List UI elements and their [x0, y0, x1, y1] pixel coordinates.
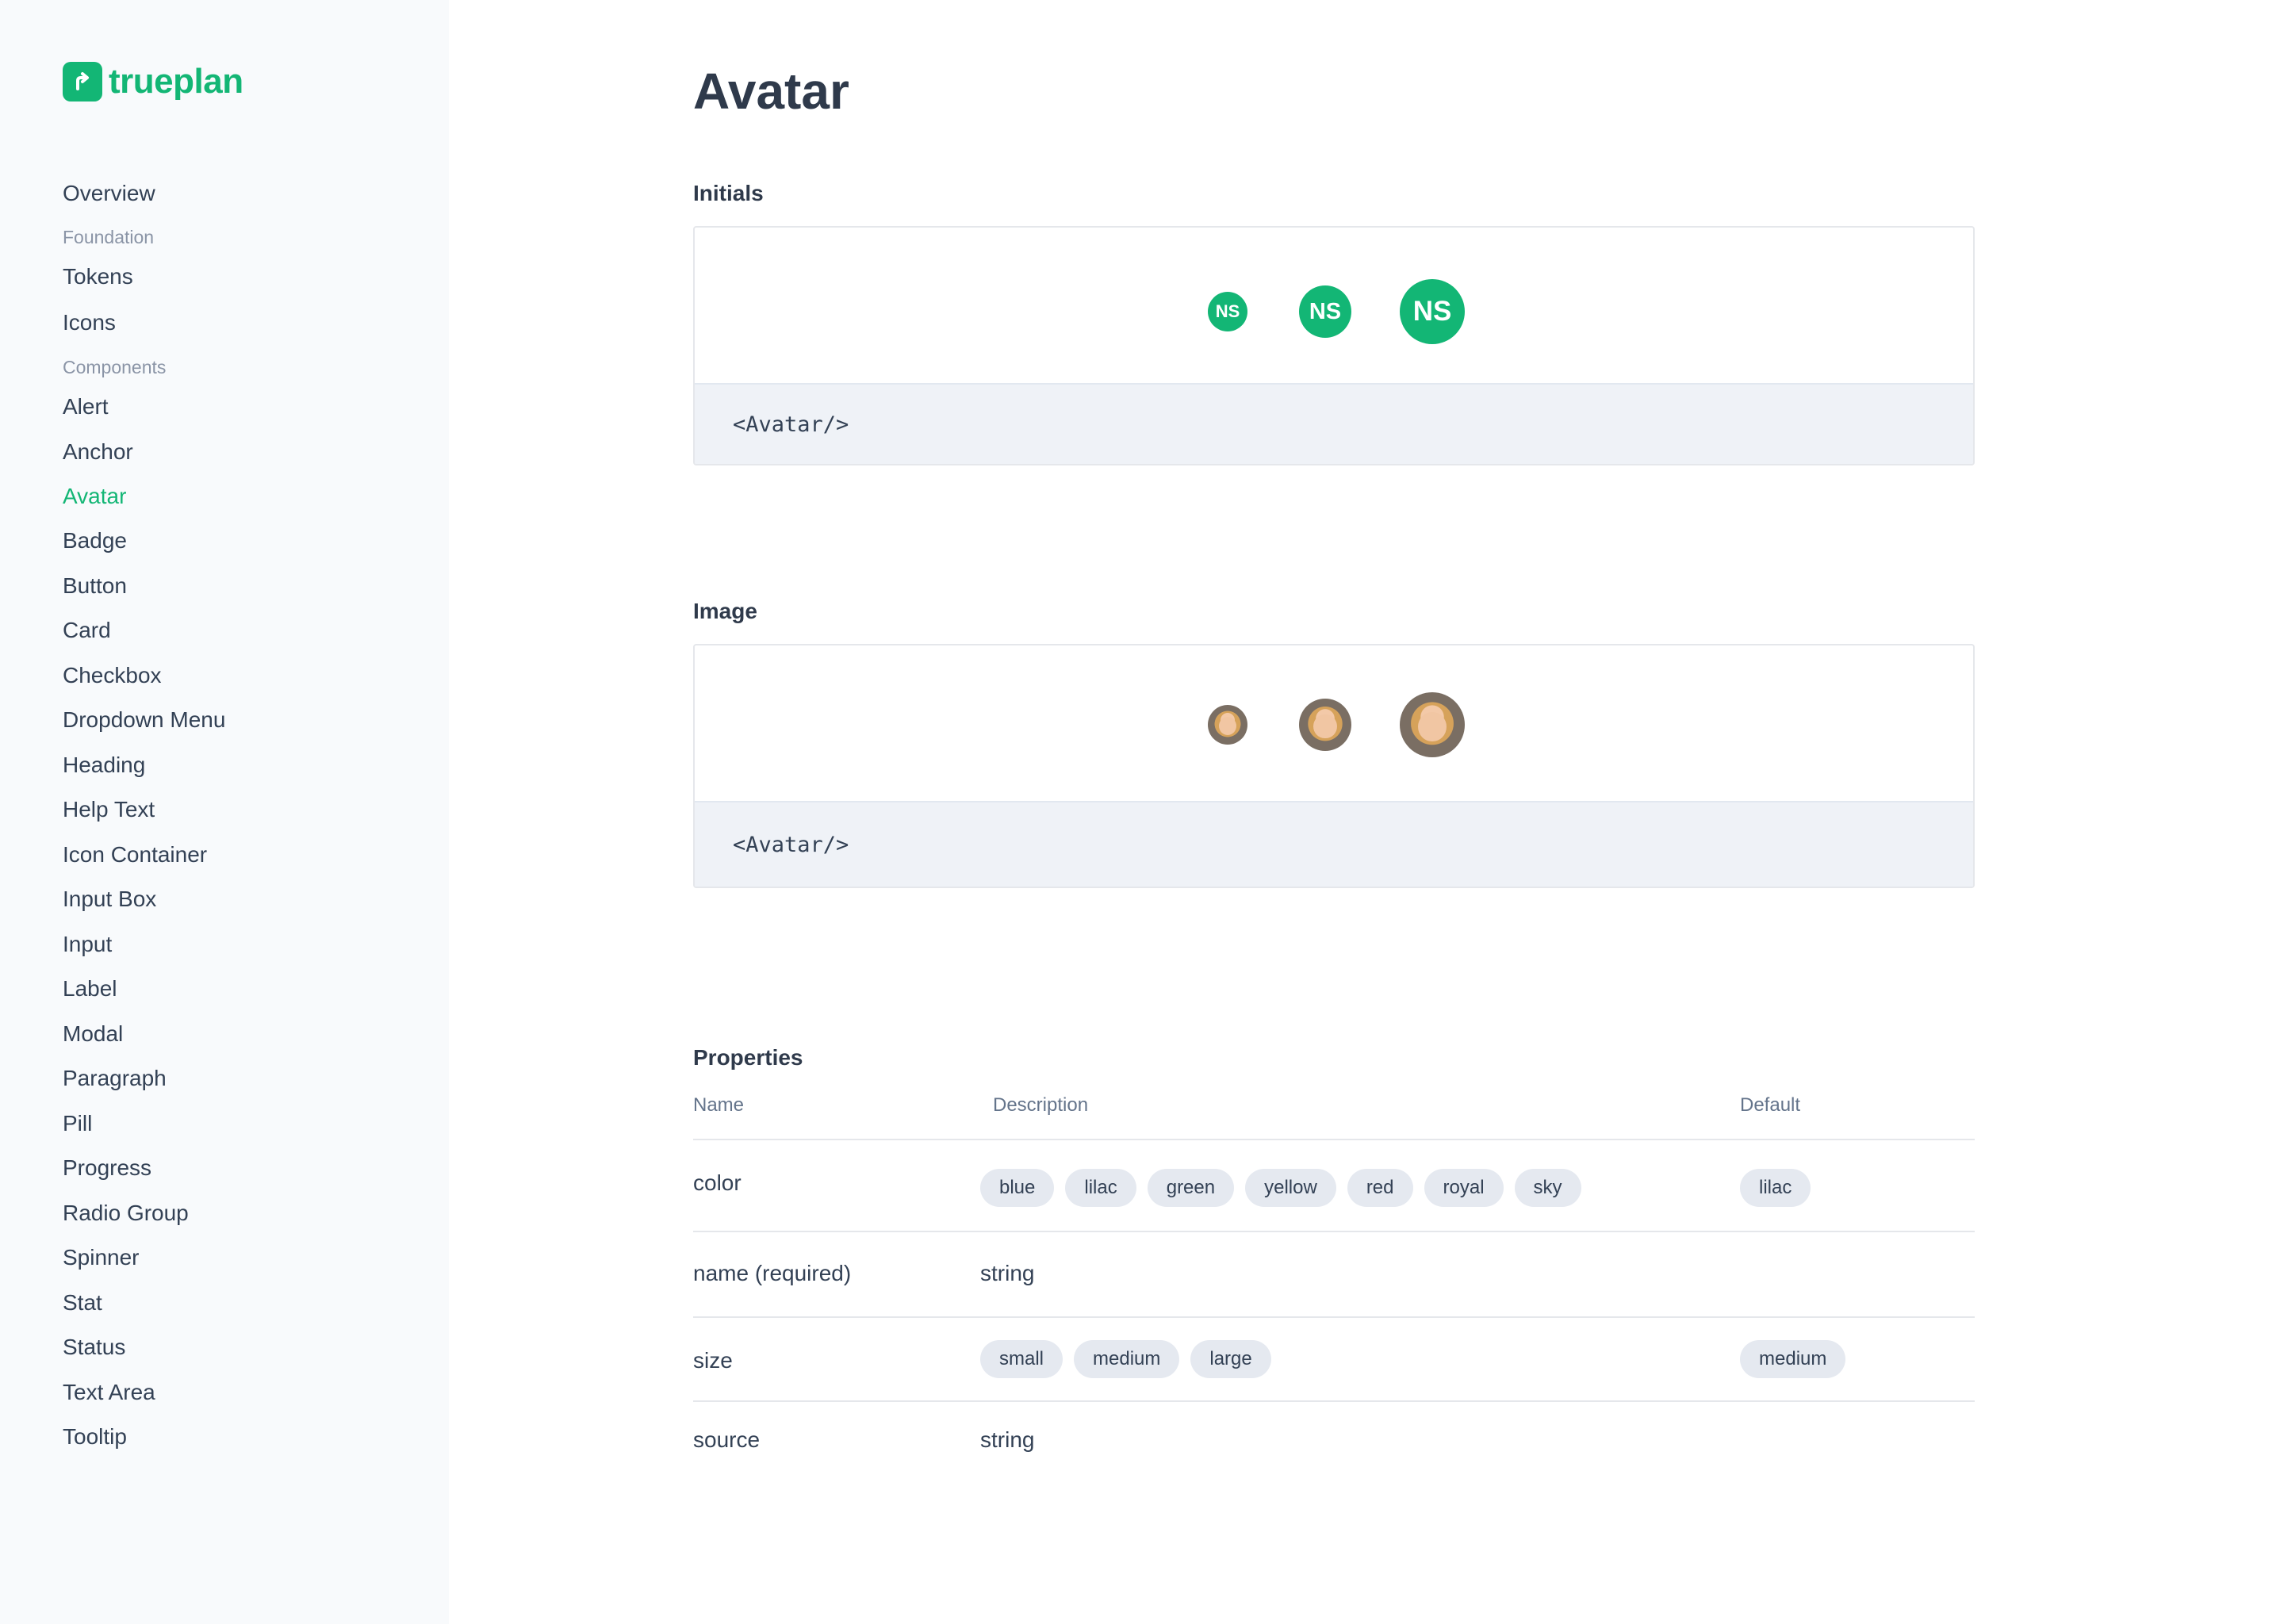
brand-name: trueplan — [109, 62, 243, 101]
table-row: size small medium large medium — [693, 1316, 1975, 1400]
prop-name: source — [693, 1427, 761, 1452]
sidebar-item-button[interactable]: Button — [63, 573, 127, 599]
option-pill: medium — [1074, 1340, 1180, 1378]
sidebar-item-status[interactable]: Status — [63, 1335, 125, 1360]
image-preview — [695, 645, 1973, 802]
sidebar-item-text-area[interactable]: Text Area — [63, 1380, 155, 1405]
column-header-name: Name — [693, 1094, 745, 1116]
sidebar-item-dropdown-menu[interactable]: Dropdown Menu — [63, 707, 225, 733]
image-demo: <Avatar/> — [693, 644, 1975, 888]
sidebar-item-stat[interactable]: Stat — [63, 1290, 102, 1316]
sidebar-item-spinner[interactable]: Spinner — [63, 1245, 140, 1270]
sidebar-item-icons[interactable]: Icons — [63, 310, 116, 335]
sidebar-item-overview[interactable]: Overview — [63, 181, 155, 206]
sidebar-item-input-box[interactable]: Input Box — [63, 887, 156, 912]
brand-logo[interactable]: trueplan — [63, 62, 243, 102]
prop-description: string — [980, 1261, 1035, 1285]
option-pill: large — [1190, 1340, 1271, 1378]
sidebar-section-foundation: Foundation — [63, 227, 155, 247]
sidebar-item-alert[interactable]: Alert — [63, 394, 109, 419]
sidebar-item-card[interactable]: Card — [63, 618, 111, 643]
sidebar-item-avatar[interactable]: Avatar — [63, 484, 126, 509]
sidebar: trueplan Overview Foundation Tokens Icon… — [0, 0, 449, 1624]
avatar-large: NS — [1400, 279, 1465, 344]
initials-preview: NS NS NS — [695, 228, 1973, 385]
sidebar-item-icon-container[interactable]: Icon Container — [63, 842, 207, 868]
page-title: Avatar — [693, 63, 849, 120]
arrow-up-right-icon — [63, 62, 102, 102]
option-pill: small — [980, 1340, 1063, 1378]
default-pill: lilac — [1740, 1169, 1811, 1207]
avatar-image-small — [1208, 705, 1247, 745]
sidebar-item-heading[interactable]: Heading — [63, 753, 145, 778]
option-pill: red — [1347, 1169, 1413, 1207]
avatar-medium: NS — [1299, 285, 1351, 338]
prop-options: small medium large — [980, 1340, 1271, 1378]
sidebar-item-tokens[interactable]: Tokens — [63, 264, 133, 289]
initials-code: <Avatar/> — [695, 385, 1973, 464]
option-pill: royal — [1424, 1169, 1504, 1207]
section-title-initials: Initials — [693, 181, 764, 205]
sidebar-item-progress[interactable]: Progress — [63, 1155, 151, 1181]
option-pill: lilac — [1065, 1169, 1136, 1207]
column-header-default: Default — [1740, 1094, 1801, 1116]
avatar-small: NS — [1208, 292, 1247, 331]
sidebar-section-components: Components — [63, 357, 167, 377]
prop-default: medium — [1740, 1340, 1846, 1378]
sidebar-item-label[interactable]: Label — [63, 976, 117, 1002]
sidebar-item-badge[interactable]: Badge — [63, 528, 127, 553]
option-pill: yellow — [1245, 1169, 1336, 1207]
sidebar-item-modal[interactable]: Modal — [63, 1021, 123, 1047]
sidebar-item-checkbox[interactable]: Checkbox — [63, 663, 162, 688]
avatar-image-medium — [1299, 699, 1351, 751]
avatar-image-large — [1400, 692, 1465, 757]
option-pill: green — [1147, 1169, 1235, 1207]
sidebar-item-tooltip[interactable]: Tooltip — [63, 1424, 127, 1450]
column-header-description: Description — [993, 1094, 1089, 1116]
sidebar-item-paragraph[interactable]: Paragraph — [63, 1066, 167, 1091]
sidebar-item-pill[interactable]: Pill — [63, 1111, 92, 1136]
table-row: name (required) string — [693, 1231, 1975, 1316]
section-title-properties: Properties — [693, 1045, 803, 1070]
prop-name: name (required) — [693, 1261, 852, 1285]
prop-default: lilac — [1740, 1169, 1811, 1207]
option-pill: blue — [980, 1169, 1055, 1207]
prop-name: size — [693, 1348, 733, 1373]
sidebar-item-input[interactable]: Input — [63, 932, 112, 957]
image-code: <Avatar/> — [695, 802, 1973, 887]
sidebar-item-radio-group[interactable]: Radio Group — [63, 1201, 189, 1226]
default-pill: medium — [1740, 1340, 1846, 1378]
table-row: color blue lilac green yellow red royal … — [693, 1139, 1975, 1231]
sidebar-item-anchor[interactable]: Anchor — [63, 439, 133, 465]
prop-name: color — [693, 1170, 742, 1195]
initials-demo: NS NS NS <Avatar/> — [693, 226, 1975, 465]
prop-options: blue lilac green yellow red royal sky — [980, 1169, 1581, 1207]
section-title-image: Image — [693, 599, 757, 623]
prop-description: string — [980, 1427, 1035, 1452]
table-row: source string — [693, 1400, 1975, 1480]
option-pill: sky — [1514, 1169, 1581, 1207]
sidebar-item-help-text[interactable]: Help Text — [63, 797, 155, 822]
